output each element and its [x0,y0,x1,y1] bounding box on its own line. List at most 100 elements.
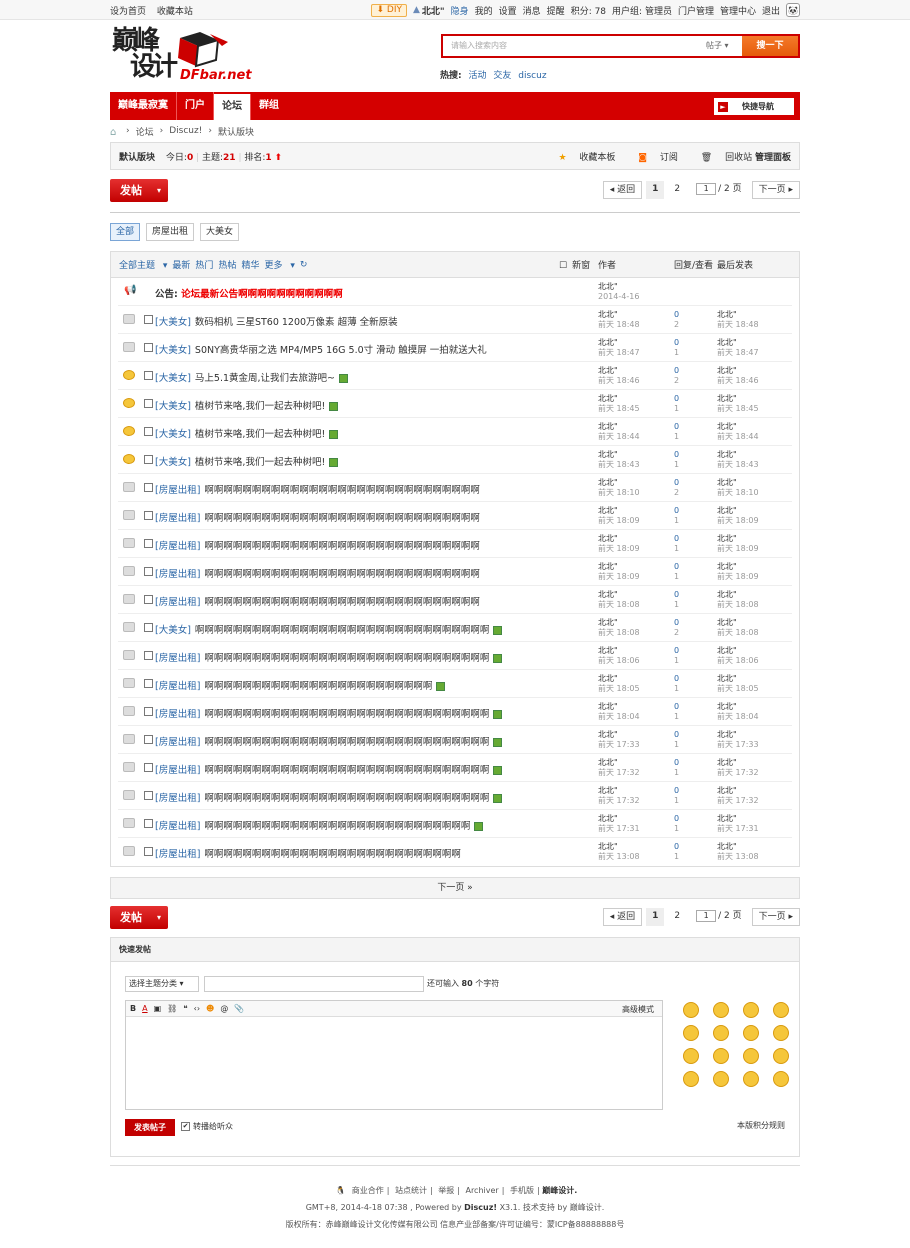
thread-author[interactable]: 北北" [598,618,640,628]
back-button[interactable]: ◂ 返回 [602,181,643,199]
smiley-icon[interactable] [743,1002,759,1018]
last-post-date[interactable]: 前天 18:06 [717,656,759,666]
smiley-icon[interactable] [773,1048,789,1064]
last-post-date[interactable]: 前天 17:31 [717,824,759,834]
nav-item-home[interactable]: 巅峰最寂寞 [110,92,177,120]
thread-checkbox[interactable] [144,371,153,380]
submit-post-button[interactable]: 发表帖子 [125,1119,175,1136]
quick-nav-button[interactable]: ► 快捷导航 [714,98,794,115]
bookmark-site-link[interactable]: 收藏本站 [157,7,193,17]
last-post-date[interactable]: 前天 18:08 [717,628,759,638]
smiley-icon[interactable] [743,1025,759,1041]
last-poster[interactable]: 北北" [717,506,759,516]
thread-author[interactable]: 北北" [598,702,640,712]
last-post-date[interactable]: 前天 18:45 [717,404,759,414]
thread-type-tag[interactable]: [房屋出租] [155,597,200,608]
smiley-icon[interactable] [773,1025,789,1041]
nav-item-forum[interactable]: 论坛 [214,94,251,120]
last-poster[interactable]: 北北" [717,702,759,712]
smiley-icon[interactable] [683,1048,699,1064]
credit-rules-link[interactable]: 本版积分规则 [737,1120,785,1131]
thread-title[interactable]: 啊啊啊啊啊啊啊啊啊啊啊啊啊啊啊啊啊啊啊啊啊啊啊啊啊啊啊啊啊 [204,541,480,552]
last-post-date[interactable]: 前天 18:44 [717,432,759,442]
announcement-author[interactable]: 北北" [598,282,639,292]
thread-title[interactable]: S0NY高贵华丽之选 MP4/MP5 16G 5.0寸 滑动 触摸屏 一拍就送大… [195,345,487,356]
thread-type-tag[interactable]: [房屋出租] [155,541,200,552]
thread-title[interactable]: 啊啊啊啊啊啊啊啊啊啊啊啊啊啊啊啊啊啊啊啊啊啊啊啊啊啊啊啊啊 [204,597,480,608]
thread-checkbox[interactable] [144,847,153,856]
thread-row[interactable]: [房屋出租] 啊啊啊啊啊啊啊啊啊啊啊啊啊啊啊啊啊啊啊啊啊啊啊啊啊啊啊啊啊 北北" 前天… [118,530,792,558]
code-icon[interactable]: ‹› [194,1004,200,1013]
thread-type-tag[interactable]: [房屋出租] [155,513,200,524]
recycle-bin-button[interactable]: 🗑 回收站 [691,153,752,163]
thread-row[interactable]: [房屋出租] 啊啊啊啊啊啊啊啊啊啊啊啊啊啊啊啊啊啊啊啊啊啊啊啊啊啊啊啊啊 北北" 前天… [118,586,792,614]
crumb-discuz[interactable]: Discuz! [169,126,202,136]
thread-title[interactable]: 植树节来咯,我们一起去种树吧! [195,401,325,412]
thread-checkbox[interactable] [144,707,153,716]
smiley-icon[interactable] [713,1002,729,1018]
thread-author[interactable]: 北北" [598,730,640,740]
thread-author[interactable]: 北北" [598,338,640,348]
thread-row[interactable]: [房屋出租] 啊啊啊啊啊啊啊啊啊啊啊啊啊啊啊啊啊啊啊啊啊啊啊啊啊啊啊啊啊啊 北北" 前… [118,754,792,782]
thread-type-tag[interactable]: [房屋出租] [155,653,200,664]
next-page-button-bottom[interactable]: 下一页 ▸ [751,908,800,926]
last-post-date[interactable]: 前天 18:43 [717,460,759,470]
thread-checkbox[interactable] [144,399,153,408]
last-poster[interactable]: 北北" [717,478,759,488]
last-poster[interactable]: 北北" [717,450,759,460]
thread-type-tag[interactable]: [大美女] [155,429,191,440]
announcement-title[interactable]: 论坛最新公告啊啊啊啊啊啊啊啊啊啊啊 [181,289,343,300]
last-post-date[interactable]: 前天 18:48 [717,320,759,330]
smiley-icon[interactable] [773,1002,789,1018]
thread-author[interactable]: 北北" [598,674,640,684]
new-post-button-bottom[interactable]: 发帖 [110,905,168,929]
new-post-button[interactable]: 发帖 [110,178,168,202]
thread-row[interactable]: [房屋出租] 啊啊啊啊啊啊啊啊啊啊啊啊啊啊啊啊啊啊啊啊啊啊啊啊 北北" 前天 18:0… [118,670,792,698]
bold-icon[interactable]: B [130,1004,136,1013]
advanced-mode-link[interactable]: 高级模式 [622,1004,654,1015]
last-poster[interactable]: 北北" [717,562,759,572]
footer-link-mobile[interactable]: 手机版 [510,1186,534,1195]
thread-author[interactable]: 北北" [598,814,640,824]
subject-input[interactable] [204,976,424,992]
thread-row[interactable]: [大美女] S0NY高贵华丽之选 MP4/MP5 16G 5.0寸 滑动 触摸屏 … [118,334,792,362]
thread-type-tag[interactable]: [房屋出租] [155,765,200,776]
thread-row[interactable]: [大美女] 啊啊啊啊啊啊啊啊啊啊啊啊啊啊啊啊啊啊啊啊啊啊啊啊啊啊啊啊啊啊啊 北北" 前… [118,614,792,642]
username-link[interactable]: 北北" [422,4,445,17]
search-input[interactable]: 请输入搜索内容 [443,36,706,56]
thread-type-tag[interactable]: [房屋出租] [155,709,200,720]
thread-row[interactable]: [大美女] 数码相机 三星ST60 1200万像素 超薄 全新原装 北北" 前天 18… [118,306,792,334]
link-icon[interactable]: ⛓ [167,1004,177,1013]
last-poster[interactable]: 北北" [717,310,759,320]
usergroup-link[interactable]: 用户组: 管理员 [612,4,672,17]
messages-link[interactable]: 消息 [523,4,541,17]
smiley-icon[interactable] [713,1048,729,1064]
credits-link[interactable]: 积分: 78 [571,4,606,17]
filter-hot[interactable]: 热门 [195,258,213,271]
last-poster[interactable]: 北北" [717,534,759,544]
thread-row[interactable]: [房屋出租] 啊啊啊啊啊啊啊啊啊啊啊啊啊啊啊啊啊啊啊啊啊啊啊啊啊啊啊啊啊 北北" 前天… [118,474,792,502]
thread-row[interactable]: [房屋出租] 啊啊啊啊啊啊啊啊啊啊啊啊啊啊啊啊啊啊啊啊啊啊啊啊啊啊啊啊啊 北北" 前天… [118,558,792,586]
smiley-icon[interactable] [743,1071,759,1087]
notices-link[interactable]: 提醒 [547,4,565,17]
thread-type-tag[interactable]: [大美女] [155,345,191,356]
crumb-board[interactable]: 默认版块 [218,125,254,138]
last-post-date[interactable]: 前天 17:32 [717,768,759,778]
thread-checkbox[interactable] [144,483,153,492]
thread-author[interactable]: 北北" [598,786,640,796]
thread-checkbox[interactable] [144,539,153,548]
footer-link-report[interactable]: 举报 [438,1186,454,1195]
thread-title[interactable]: 啊啊啊啊啊啊啊啊啊啊啊啊啊啊啊啊啊啊啊啊啊啊啊啊啊啊啊啊啊啊 [204,737,489,748]
last-post-date[interactable]: 前天 18:46 [717,376,759,386]
last-post-date[interactable]: 前天 18:04 [717,712,759,722]
thread-type-tag[interactable]: [房屋出租] [155,793,200,804]
thread-author[interactable]: 北北" [598,534,640,544]
thread-row[interactable]: [房屋出租] 啊啊啊啊啊啊啊啊啊啊啊啊啊啊啊啊啊啊啊啊啊啊啊啊啊啊啊啊啊啊 北北" 前… [118,642,792,670]
smiley-icon[interactable] [683,1025,699,1041]
refresh-icon[interactable]: ↻ [300,260,308,270]
thread-title[interactable]: 啊啊啊啊啊啊啊啊啊啊啊啊啊啊啊啊啊啊啊啊啊啊啊啊啊啊啊啊啊 [204,513,480,524]
page-2[interactable]: 2 [668,181,687,199]
footer-link-brand[interactable]: 巅峰设计. [542,1186,577,1195]
thread-checkbox[interactable] [144,595,153,604]
crumb-forum[interactable]: 论坛 [136,125,154,138]
